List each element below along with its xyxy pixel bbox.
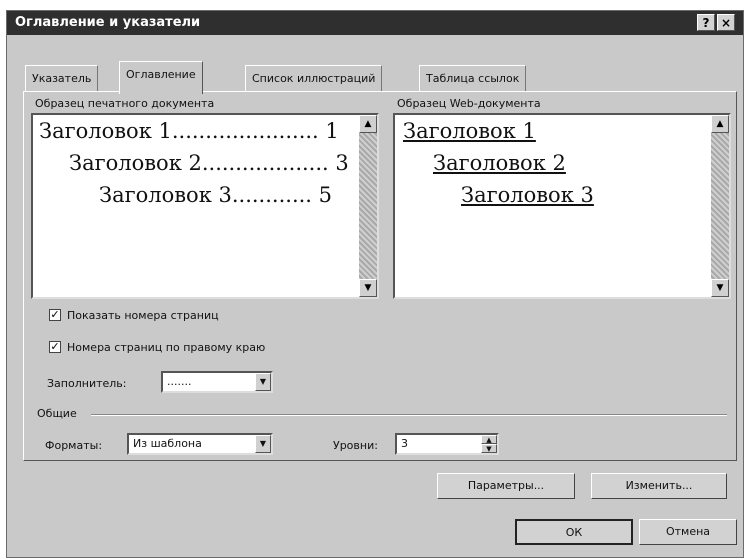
right-align-checkbox[interactable]: ✓ — [49, 341, 61, 353]
show-page-numbers-checkbox[interactable]: ✓ — [49, 309, 61, 321]
print-preview-line-2: Заголовок 2................... 3 — [69, 151, 349, 175]
help-button[interactable]: ? — [697, 14, 715, 31]
web-preview: Заголовок 1 Заголовок 2 Заголовок 3 ▲ ▼ — [393, 113, 731, 299]
formats-select[interactable]: Из шаблона ▼ — [127, 433, 273, 455]
web-preview-link-1: Заголовок 1 — [403, 119, 536, 143]
ok-button[interactable]: ОК — [515, 519, 633, 545]
scroll-down-icon[interactable]: ▼ — [359, 279, 377, 297]
window-title: Оглавление и указатели — [15, 15, 201, 30]
tab-figures[interactable]: Список иллюстраций — [245, 65, 383, 92]
close-button[interactable]: × — [717, 14, 735, 31]
general-group-divider — [91, 414, 727, 416]
print-preview-line-1: Заголовок 1...................... 1 — [39, 119, 339, 143]
print-preview-line-3: Заголовок 3............ 5 — [99, 183, 332, 207]
tab-authorities[interactable]: Таблица ссылок — [419, 65, 527, 92]
spin-down-icon[interactable]: ▼ — [481, 444, 497, 453]
scroll-down-icon[interactable]: ▼ — [711, 279, 729, 297]
levels-spinner[interactable]: 3 ▲ ▼ — [395, 433, 499, 455]
web-preview-link-3: Заголовок 3 — [461, 183, 594, 207]
levels-value: 3 — [401, 437, 408, 450]
tab-toc[interactable]: Оглавление — [119, 61, 203, 94]
chevron-down-icon[interactable]: ▼ — [255, 373, 271, 391]
tab-index[interactable]: Указатель — [25, 65, 99, 92]
scroll-up-icon[interactable]: ▲ — [711, 115, 729, 133]
spin-up-icon[interactable]: ▲ — [481, 435, 497, 444]
web-preview-label: Образец Web-документа — [397, 97, 541, 110]
web-preview-scrollbar[interactable]: ▲ ▼ — [711, 115, 729, 297]
web-preview-link-2: Заголовок 2 — [433, 151, 566, 175]
print-preview-scrollbar[interactable]: ▲ ▼ — [359, 115, 377, 297]
modify-button[interactable]: Изменить... — [591, 473, 727, 499]
chevron-down-icon[interactable]: ▼ — [255, 435, 271, 453]
filler-select[interactable]: ....... ▼ — [161, 371, 273, 393]
parameters-button[interactable]: Параметры... — [437, 473, 575, 499]
filler-value: ....... — [167, 375, 192, 388]
show-page-numbers-label: Показать номера страниц — [67, 309, 219, 322]
levels-label: Уровни: — [333, 439, 378, 452]
toc-dialog: Оглавление и указатели ? × Указатель Огл… — [6, 10, 744, 558]
formats-label: Форматы: — [45, 439, 103, 452]
right-align-label: Номера страниц по правому краю — [67, 341, 266, 354]
cancel-button[interactable]: Отмена — [639, 519, 737, 545]
print-preview-label: Образец печатного документа — [35, 97, 215, 110]
general-group-label: Общие — [37, 407, 77, 420]
formats-value: Из шаблона — [133, 437, 202, 450]
filler-label: Заполнитель: — [47, 377, 127, 390]
print-preview: Заголовок 1...................... 1 Заго… — [31, 113, 379, 299]
scroll-up-icon[interactable]: ▲ — [359, 115, 377, 133]
title-bar: Оглавление и указатели ? × — [7, 11, 743, 35]
